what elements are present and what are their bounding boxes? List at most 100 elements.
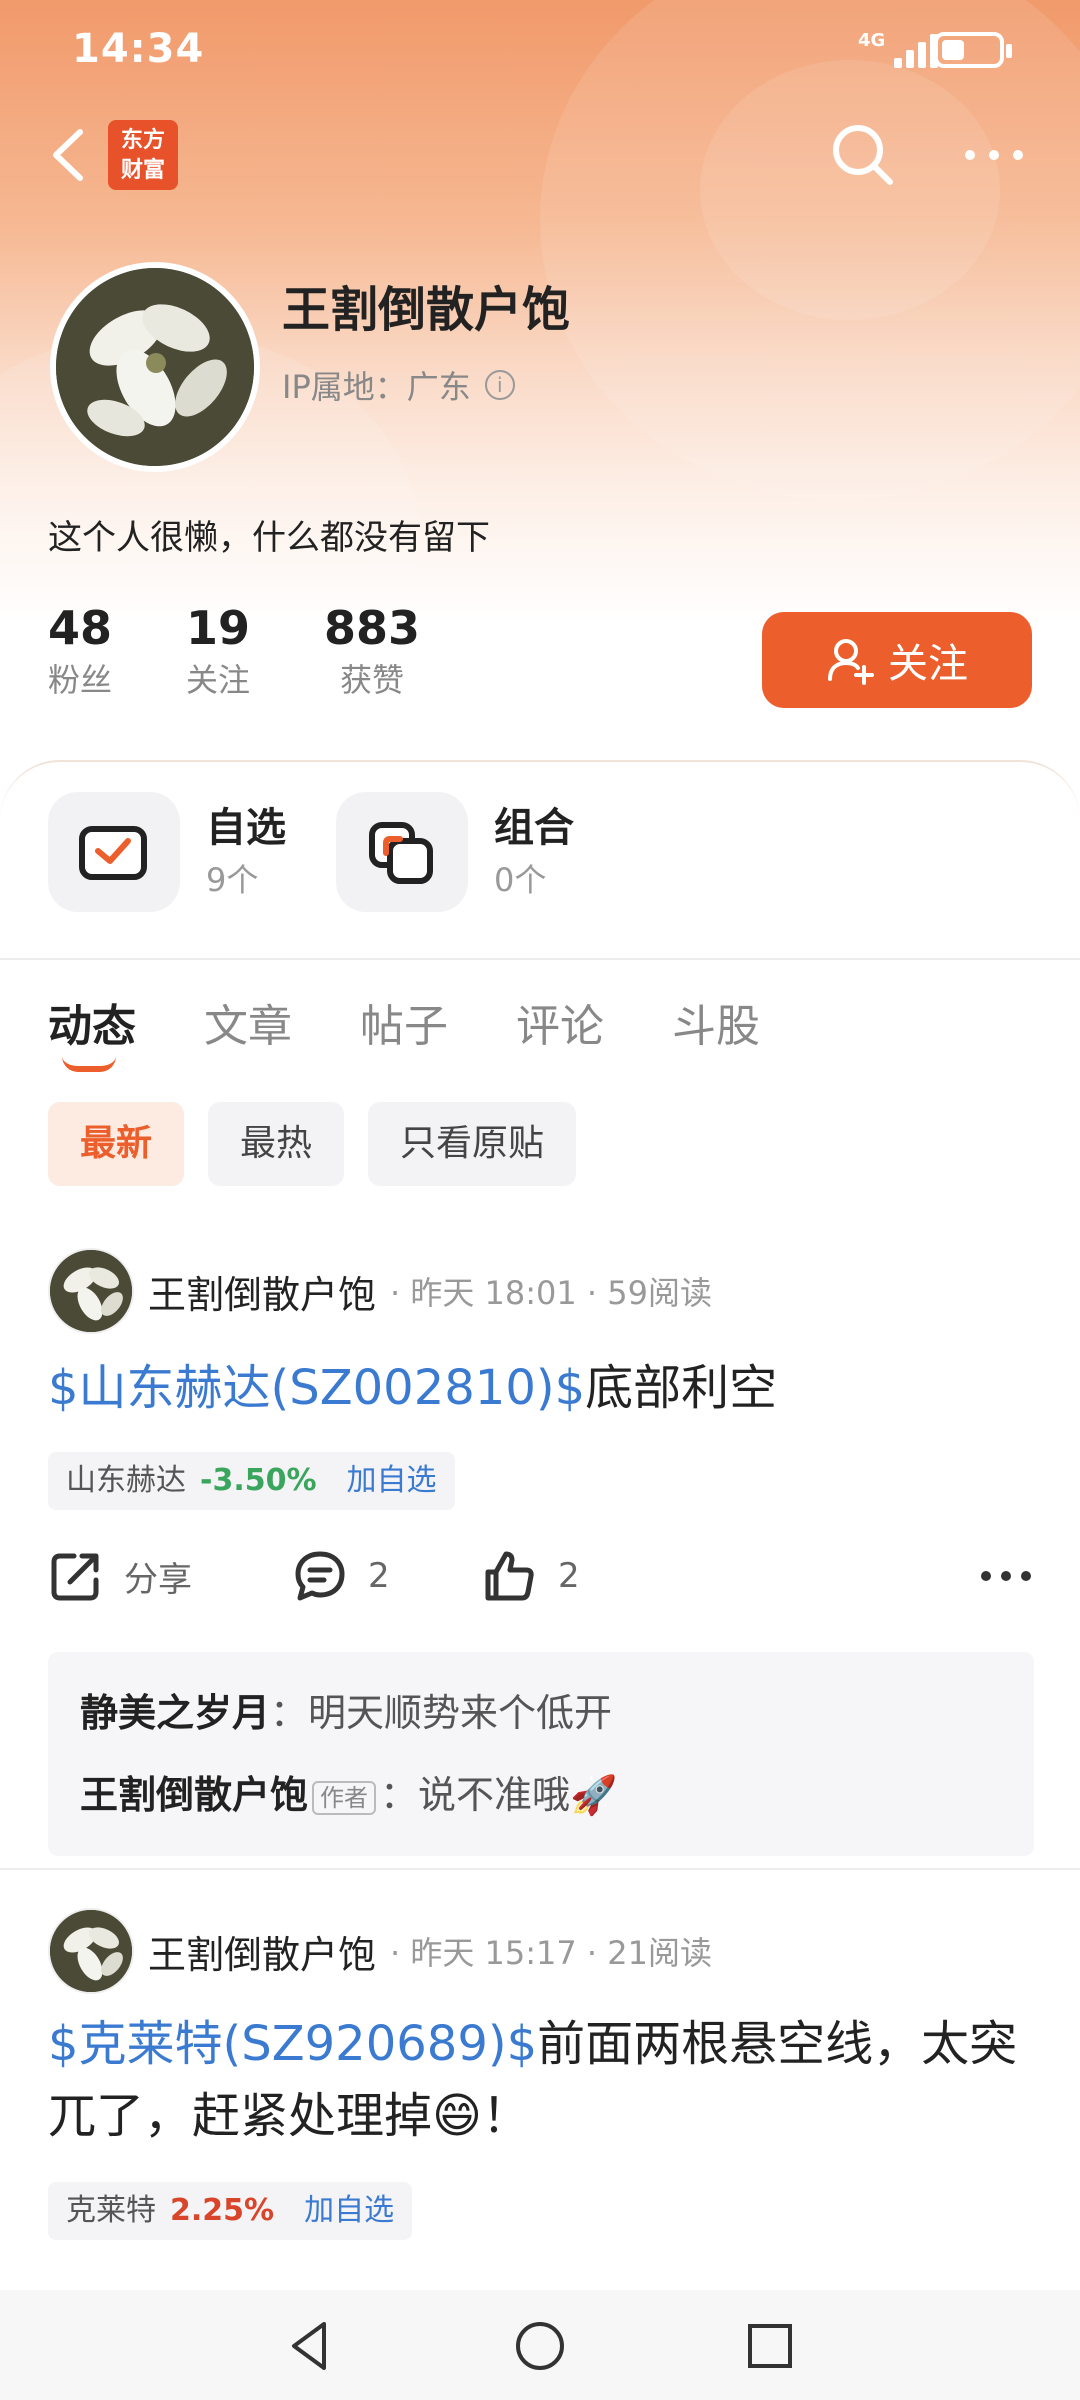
signal-icon <box>888 30 938 68</box>
quick-link-count: 0个 <box>494 861 547 899</box>
profile-name: 王割倒散户饱 <box>282 282 571 338</box>
system-nav-bar <box>0 2290 1080 2400</box>
content-tabs: 动态 文章 帖子 评论 斗股 <box>48 990 828 1072</box>
status-time: 14:34 <box>72 26 205 72</box>
profile-stats: 48 粉丝 19 关注 883 获赞 <box>48 600 494 704</box>
comment-item: 王割倒散户饱 作者 ：说不准哦🚀 <box>80 1754 1002 1836</box>
share-button[interactable]: 分享 <box>48 1548 192 1604</box>
stat-label: 粉丝 <box>48 661 113 699</box>
post-content[interactable]: $山东赫达(SZ002810)$底部利空 <box>48 1352 1038 1424</box>
post-meta: · 昨天 18:01 · 59阅读 <box>390 1274 712 1312</box>
stat-following[interactable]: 19 关注 <box>186 600 250 704</box>
tab-comments[interactable]: 评论 <box>516 990 604 1054</box>
quick-link-title: 自选 <box>206 805 286 851</box>
add-watchlist-button[interactable]: 加自选 <box>347 1452 437 1510</box>
tab-posts[interactable]: 帖子 <box>360 990 448 1054</box>
like-count: 2 <box>558 1556 580 1596</box>
app-logo[interactable]: 东方 财富 <box>108 120 178 190</box>
author-badge: 作者 <box>312 1780 377 1815</box>
stat-value: 19 <box>186 601 251 655</box>
ip-location: IP属地：广东 i <box>282 362 515 408</box>
follow-button[interactable]: 关注 <box>762 612 1032 708</box>
filter-latest[interactable]: 最新 <box>48 1102 185 1186</box>
thumbs-up-icon <box>485 1551 534 1601</box>
comment-user[interactable]: 王割倒散户饱 <box>80 1773 308 1817</box>
stock-name: 山东赫达 <box>66 1463 186 1498</box>
portfolio-icon <box>336 792 468 912</box>
add-watchlist-button[interactable]: 加自选 <box>304 2182 394 2240</box>
stock-change: -3.50% <box>200 1463 317 1498</box>
square-recents-icon <box>748 2324 792 2368</box>
quick-link-count: 9个 <box>206 861 259 899</box>
nav-back-button[interactable] <box>280 2316 340 2376</box>
tab-stock-battle[interactable]: 斗股 <box>672 990 760 1054</box>
stat-likes[interactable]: 883 获赞 <box>324 600 420 704</box>
quick-link-watchlist[interactable]: 自选 9个 <box>48 792 286 912</box>
post-avatar[interactable] <box>48 1248 134 1334</box>
ip-location-text: IP属地：广东 <box>282 368 471 406</box>
stock-tag-link[interactable]: $山东赫达(SZ002810)$ <box>48 1360 585 1416</box>
network-label: 4G <box>858 30 886 51</box>
stat-followers[interactable]: 48 粉丝 <box>48 600 112 704</box>
post-author[interactable]: 王割倒散户饱 <box>148 1264 376 1319</box>
quick-link-title: 组合 <box>494 805 574 851</box>
profile-bio: 这个人很懒，什么都没有留下 <box>48 518 490 558</box>
post-avatar[interactable] <box>48 1908 134 1994</box>
content-card: 自选 9个 组合 0个 动态 文章 帖子 评论 斗股 最新 最热 只看原贴 王割… <box>0 760 1080 2400</box>
divider <box>0 1868 1080 1870</box>
post-content[interactable]: $克莱特(SZ920689)$前面两根悬空线，太突兀了，赶紧处理掉😄！ <box>48 2008 1038 2152</box>
stock-change: 2.25% <box>170 2193 275 2228</box>
post-more-button[interactable] <box>978 1548 1034 1604</box>
back-arrow-icon <box>53 129 83 181</box>
comment-user[interactable]: 静美之岁月 <box>80 1691 270 1735</box>
comment-preview[interactable]: 静美之岁月：明天顺势来个低开 王割倒散户饱 作者 ：说不准哦🚀 <box>48 1652 1034 1856</box>
comment-separator: ： <box>380 1773 419 1817</box>
stat-value: 883 <box>324 601 421 655</box>
filter-chips: 最新 最热 只看原贴 <box>48 1102 600 1186</box>
more-button[interactable] <box>960 130 1030 180</box>
nav-recents-button[interactable] <box>740 2316 800 2376</box>
post-author[interactable]: 王割倒散户饱 <box>148 1924 376 1979</box>
status-bar: 14:34 4G <box>0 0 1080 100</box>
comment-text: 明天顺势来个低开 <box>308 1691 613 1735</box>
more-dots-icon <box>965 150 1023 160</box>
filter-original-only[interactable]: 只看原贴 <box>368 1102 577 1186</box>
divider <box>0 958 1080 960</box>
post-meta: · 昨天 15:17 · 21阅读 <box>390 1934 712 1972</box>
comment-separator: ： <box>270 1691 309 1735</box>
share-icon <box>51 1553 99 1601</box>
post-text: 底部利空 <box>585 1360 778 1416</box>
post-header: 王割倒散户饱 · 昨天 18:01 · 59阅读 <box>48 1248 712 1334</box>
triangle-back-icon <box>292 2322 326 2370</box>
follow-label: 关注 <box>888 641 968 687</box>
comment-button[interactable]: 2 <box>292 1548 390 1604</box>
stat-label: 关注 <box>186 661 251 699</box>
like-button[interactable]: 2 <box>482 1548 580 1604</box>
quick-link-portfolio[interactable]: 组合 0个 <box>336 792 574 912</box>
tab-activity[interactable]: 动态 <box>48 990 136 1072</box>
comment-item: 静美之岁月：明天顺势来个低开 <box>80 1672 1002 1754</box>
flower-avatar-image <box>56 268 254 466</box>
more-dots-icon <box>981 1571 1031 1581</box>
nav-home-button[interactable] <box>510 2316 570 2376</box>
search-button[interactable] <box>828 120 898 190</box>
filter-hottest[interactable]: 最热 <box>208 1102 345 1186</box>
stock-chip[interactable]: 山东赫达 -3.50% 加自选 <box>48 1452 455 1510</box>
stock-chip[interactable]: 克莱特 2.25% 加自选 <box>48 2182 413 2240</box>
info-icon[interactable]: i <box>484 370 515 400</box>
profile-avatar[interactable] <box>50 262 260 472</box>
stock-tag-link[interactable]: $克莱特(SZ920689)$ <box>48 2016 537 2072</box>
stock-name: 克莱特 <box>66 2193 156 2228</box>
back-button[interactable] <box>44 120 94 190</box>
comment-text: 说不准哦🚀 <box>418 1773 618 1817</box>
battery-icon <box>934 32 1012 68</box>
watchlist-icon <box>48 792 180 912</box>
comment-count: 2 <box>368 1556 390 1596</box>
stat-value: 48 <box>48 601 113 655</box>
stat-label: 获赞 <box>340 661 405 699</box>
circle-home-icon <box>516 2322 564 2370</box>
tab-articles[interactable]: 文章 <box>204 990 292 1054</box>
share-label: 分享 <box>124 1559 192 1600</box>
comment-icon <box>295 1551 345 1601</box>
search-icon <box>833 125 893 185</box>
